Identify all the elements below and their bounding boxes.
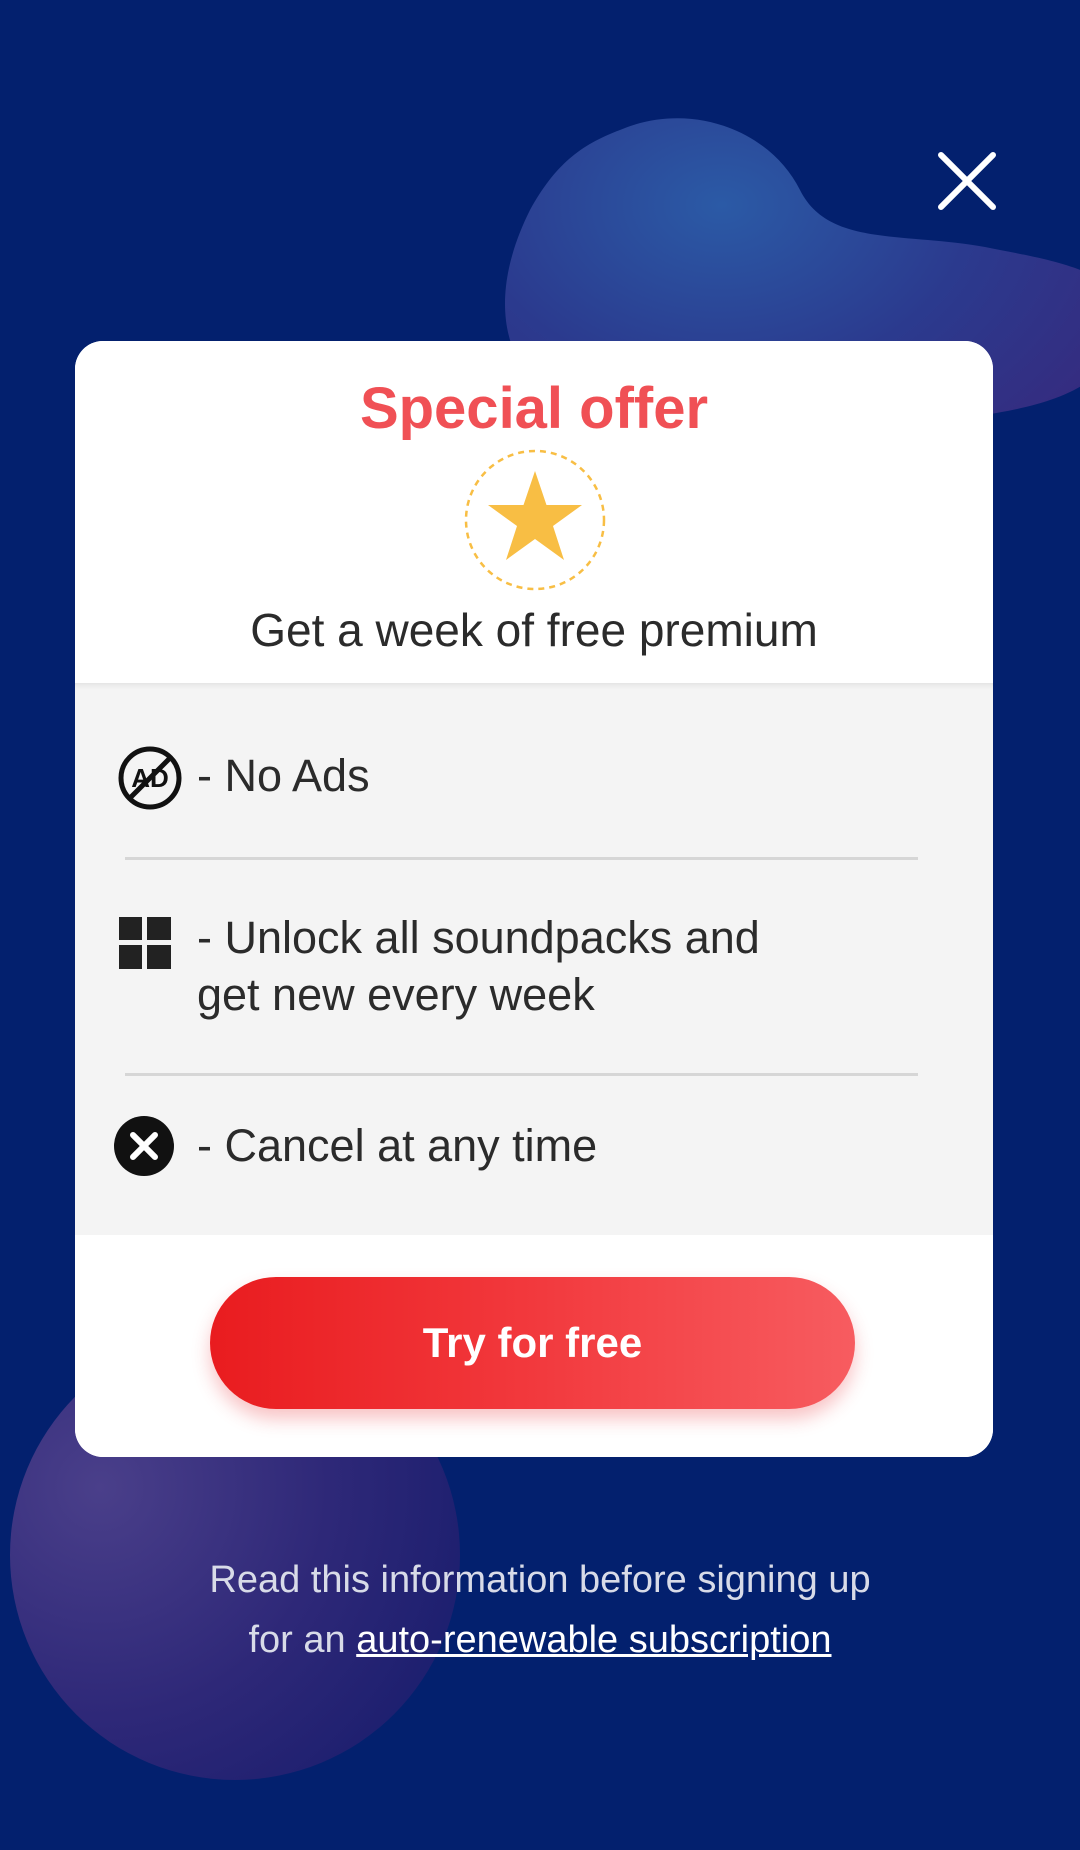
disclaimer-line-2: for an auto-renewable subscription xyxy=(0,1610,1080,1670)
subscription-disclaimer: Read this information before signing up … xyxy=(0,1550,1080,1670)
disclaimer-line-1: Read this information before signing up xyxy=(209,1559,871,1601)
feature-text: - Unlock all soundpacks and get new ever… xyxy=(197,912,760,1020)
divider xyxy=(125,857,918,860)
cancel-circle-icon xyxy=(114,1116,174,1176)
divider xyxy=(125,1073,918,1076)
offer-footer: Try for free xyxy=(75,1235,993,1457)
offer-card: Special offer Get a week of free premium… xyxy=(75,341,993,1457)
grid-icon xyxy=(119,917,171,969)
offer-header: Special offer Get a week of free premium xyxy=(75,341,993,683)
offer-title: Special offer xyxy=(359,376,709,441)
feature-list: AD - No Ads - Unlock all soundpacks and … xyxy=(75,683,993,1235)
close-icon xyxy=(938,152,996,210)
feature-text: - Cancel at any time xyxy=(197,1120,598,1171)
offer-subtitle: Get a week of free premium xyxy=(250,604,818,656)
try-for-free-button[interactable]: Try for free xyxy=(210,1277,855,1409)
close-button[interactable] xyxy=(922,140,1012,230)
disclaimer-prefix: for an xyxy=(248,1619,357,1661)
star-badge xyxy=(464,449,606,591)
star-icon xyxy=(464,449,606,591)
auto-renewable-subscription-link[interactable]: auto-renewable subscription xyxy=(356,1619,831,1661)
feature-text: - No Ads xyxy=(197,750,370,801)
no-ads-icon: AD xyxy=(118,746,182,810)
